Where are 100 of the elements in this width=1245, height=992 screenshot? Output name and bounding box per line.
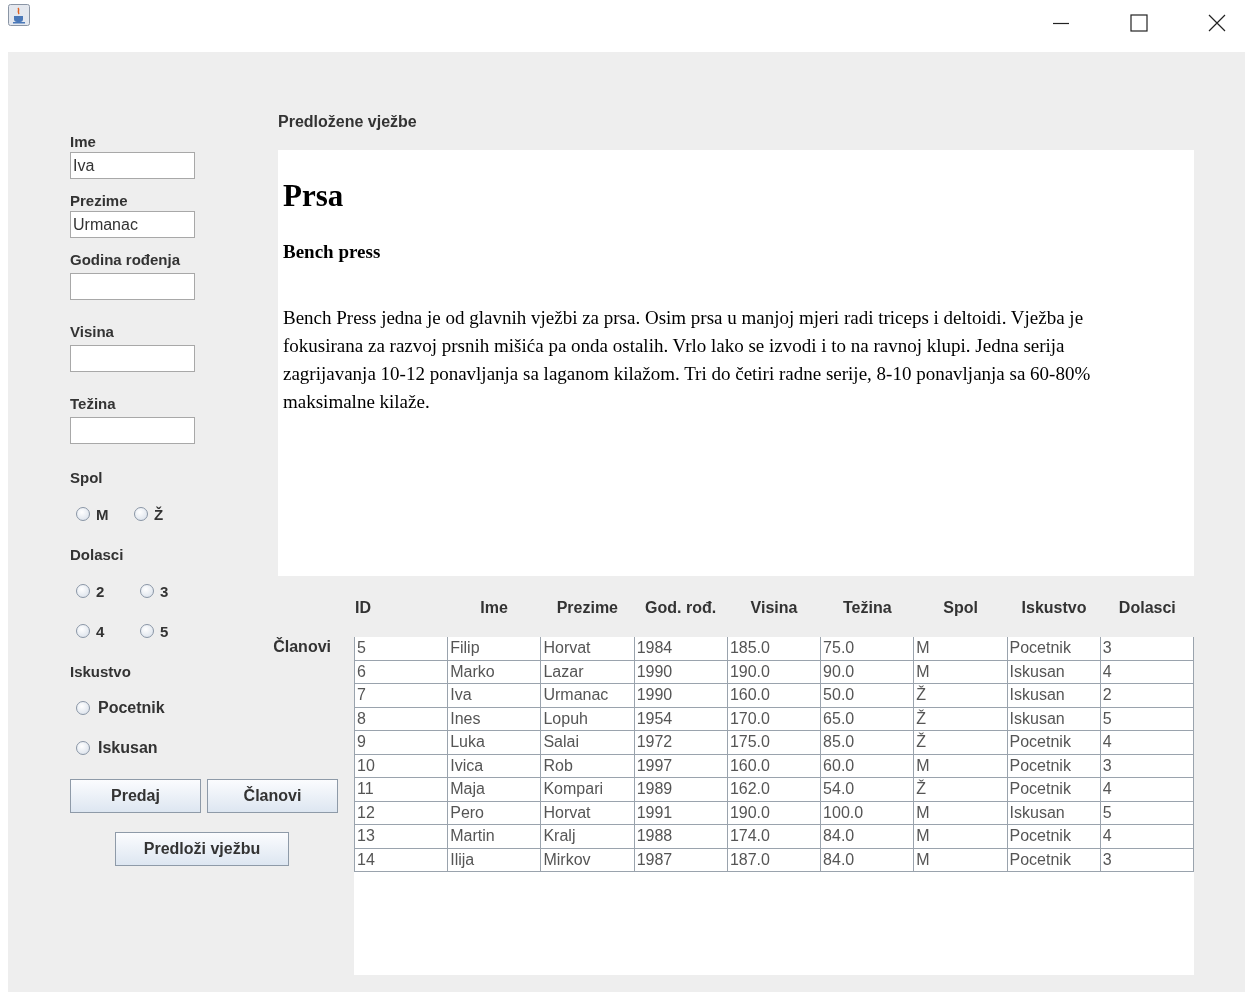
table-cell: Maja (447, 777, 541, 801)
column-header[interactable]: ID (354, 598, 448, 617)
table-cell: 1972 (634, 730, 728, 754)
table-cell: 3 (1100, 637, 1194, 660)
exercise-subtitle: Bench press (283, 240, 382, 264)
column-header[interactable]: Prezime (540, 598, 634, 617)
table-cell: Horvat (540, 637, 635, 660)
table-cell: 14 (354, 848, 448, 872)
radio-button[interactable]: Pocetnik (76, 699, 165, 717)
maximize-icon[interactable] (1129, 13, 1149, 33)
table-cell: 1991 (634, 801, 728, 825)
table-cell: 1987 (634, 848, 728, 872)
table-cell: 185.0 (727, 637, 821, 660)
table-cell: Ines (447, 707, 541, 731)
table-cell: 54.0 (820, 777, 914, 801)
input-field[interactable] (70, 417, 195, 444)
table-cell: Pero (447, 801, 541, 825)
table-cell: 160.0 (727, 683, 821, 707)
table-cell: 75.0 (820, 637, 914, 660)
column-header[interactable]: God. rođ. (634, 598, 728, 617)
table-cell: Iskusan (1007, 660, 1101, 684)
table-cell: Ž (913, 777, 1008, 801)
table-cell: Pocetnik (1007, 730, 1101, 754)
table-cell: 1990 (634, 660, 728, 684)
column-header[interactable]: Visina (727, 598, 821, 617)
table-cell: 170.0 (727, 707, 821, 731)
table-cell: 7 (354, 683, 448, 707)
table-cell: 2 (1100, 683, 1194, 707)
table-cell: 85.0 (820, 730, 914, 754)
table-cell: 8 (354, 707, 448, 731)
table-cell: 175.0 (727, 730, 821, 754)
table-cell: M (913, 801, 1008, 825)
table-cell: 160.0 (727, 754, 821, 778)
table-cell: Urmanac (540, 683, 635, 707)
table-cell: 3 (1100, 848, 1194, 872)
column-header[interactable]: Iskustvo (1007, 598, 1101, 617)
table-cell: Horvat (540, 801, 635, 825)
table-cell: 84.0 (820, 824, 914, 848)
table-cell: Iskusan (1007, 707, 1101, 731)
table-cell: M (913, 660, 1008, 684)
column-header[interactable]: Spol (914, 598, 1008, 617)
table-cell: 1984 (634, 637, 728, 660)
table-cell: 9 (354, 730, 448, 754)
table-cell: Pocetnik (1007, 777, 1101, 801)
table-cell: 90.0 (820, 660, 914, 684)
table-cell: 187.0 (727, 848, 821, 872)
table-cell: Rob (540, 754, 635, 778)
group-label: Dolasci (70, 546, 124, 564)
radio-button[interactable]: Iskusan (76, 739, 158, 757)
table-cell: Ilija (447, 848, 541, 872)
table-cell: 10 (354, 754, 448, 778)
table-cell: 4 (1100, 777, 1194, 801)
radio-button[interactable]: 3 (140, 582, 204, 600)
table-cell: Pocetnik (1007, 637, 1101, 660)
table-cell: Kompari (540, 777, 635, 801)
radio-button[interactable]: M (76, 505, 134, 523)
table-cell: Pocetnik (1007, 754, 1101, 778)
group-label: Iskustvo (70, 663, 131, 681)
table-cell: Ž (913, 683, 1008, 707)
table-cell: 1988 (634, 824, 728, 848)
radio-button[interactable]: 5 (140, 622, 204, 640)
radio-button[interactable]: Ž (134, 505, 192, 523)
table-cell: Ž (913, 707, 1008, 731)
input-field[interactable] (70, 273, 195, 300)
close-icon[interactable] (1207, 13, 1227, 33)
input-field[interactable]: Iva (70, 152, 195, 179)
input-field[interactable] (70, 345, 195, 372)
field-label: Ime (70, 133, 96, 151)
table-cell: 4 (1100, 824, 1194, 848)
field-label: Prezime (70, 192, 128, 210)
column-header[interactable]: Težina (820, 598, 914, 617)
table-cell: 1954 (634, 707, 728, 731)
table-cell: 4 (1100, 730, 1194, 754)
table-cell: 162.0 (727, 777, 821, 801)
field-label: Težina (70, 395, 116, 413)
table-cell: Ivica (447, 754, 541, 778)
suggest-button[interactable]: Predloži vježbu (115, 832, 289, 866)
table-cell: Martin (447, 824, 541, 848)
table-cell: 84.0 (820, 848, 914, 872)
table-cell: 1997 (634, 754, 728, 778)
column-header[interactable]: Dolasci (1100, 598, 1194, 617)
table-cell: M (913, 637, 1008, 660)
table-cell: Pocetnik (1007, 824, 1101, 848)
input-field[interactable]: Urmanac (70, 211, 195, 238)
table-cell: M (913, 754, 1008, 778)
radio-button[interactable]: 4 (76, 622, 140, 640)
table-cell: Iva (447, 683, 541, 707)
radio-button[interactable]: 2 (76, 582, 140, 600)
table-cell: M (913, 824, 1008, 848)
table-cell: 190.0 (727, 660, 821, 684)
table-cell: 3 (1100, 754, 1194, 778)
action-button[interactable]: Članovi (207, 779, 338, 813)
table-cell: M (913, 848, 1008, 872)
table-cell: 65.0 (820, 707, 914, 731)
table-cell: 190.0 (727, 801, 821, 825)
column-header[interactable]: Ime (447, 598, 541, 617)
action-button[interactable]: Predaj (70, 779, 201, 813)
exercise-title: Prsa (283, 178, 345, 214)
table-cell: 4 (1100, 660, 1194, 684)
table-cell: 5 (1100, 801, 1194, 825)
